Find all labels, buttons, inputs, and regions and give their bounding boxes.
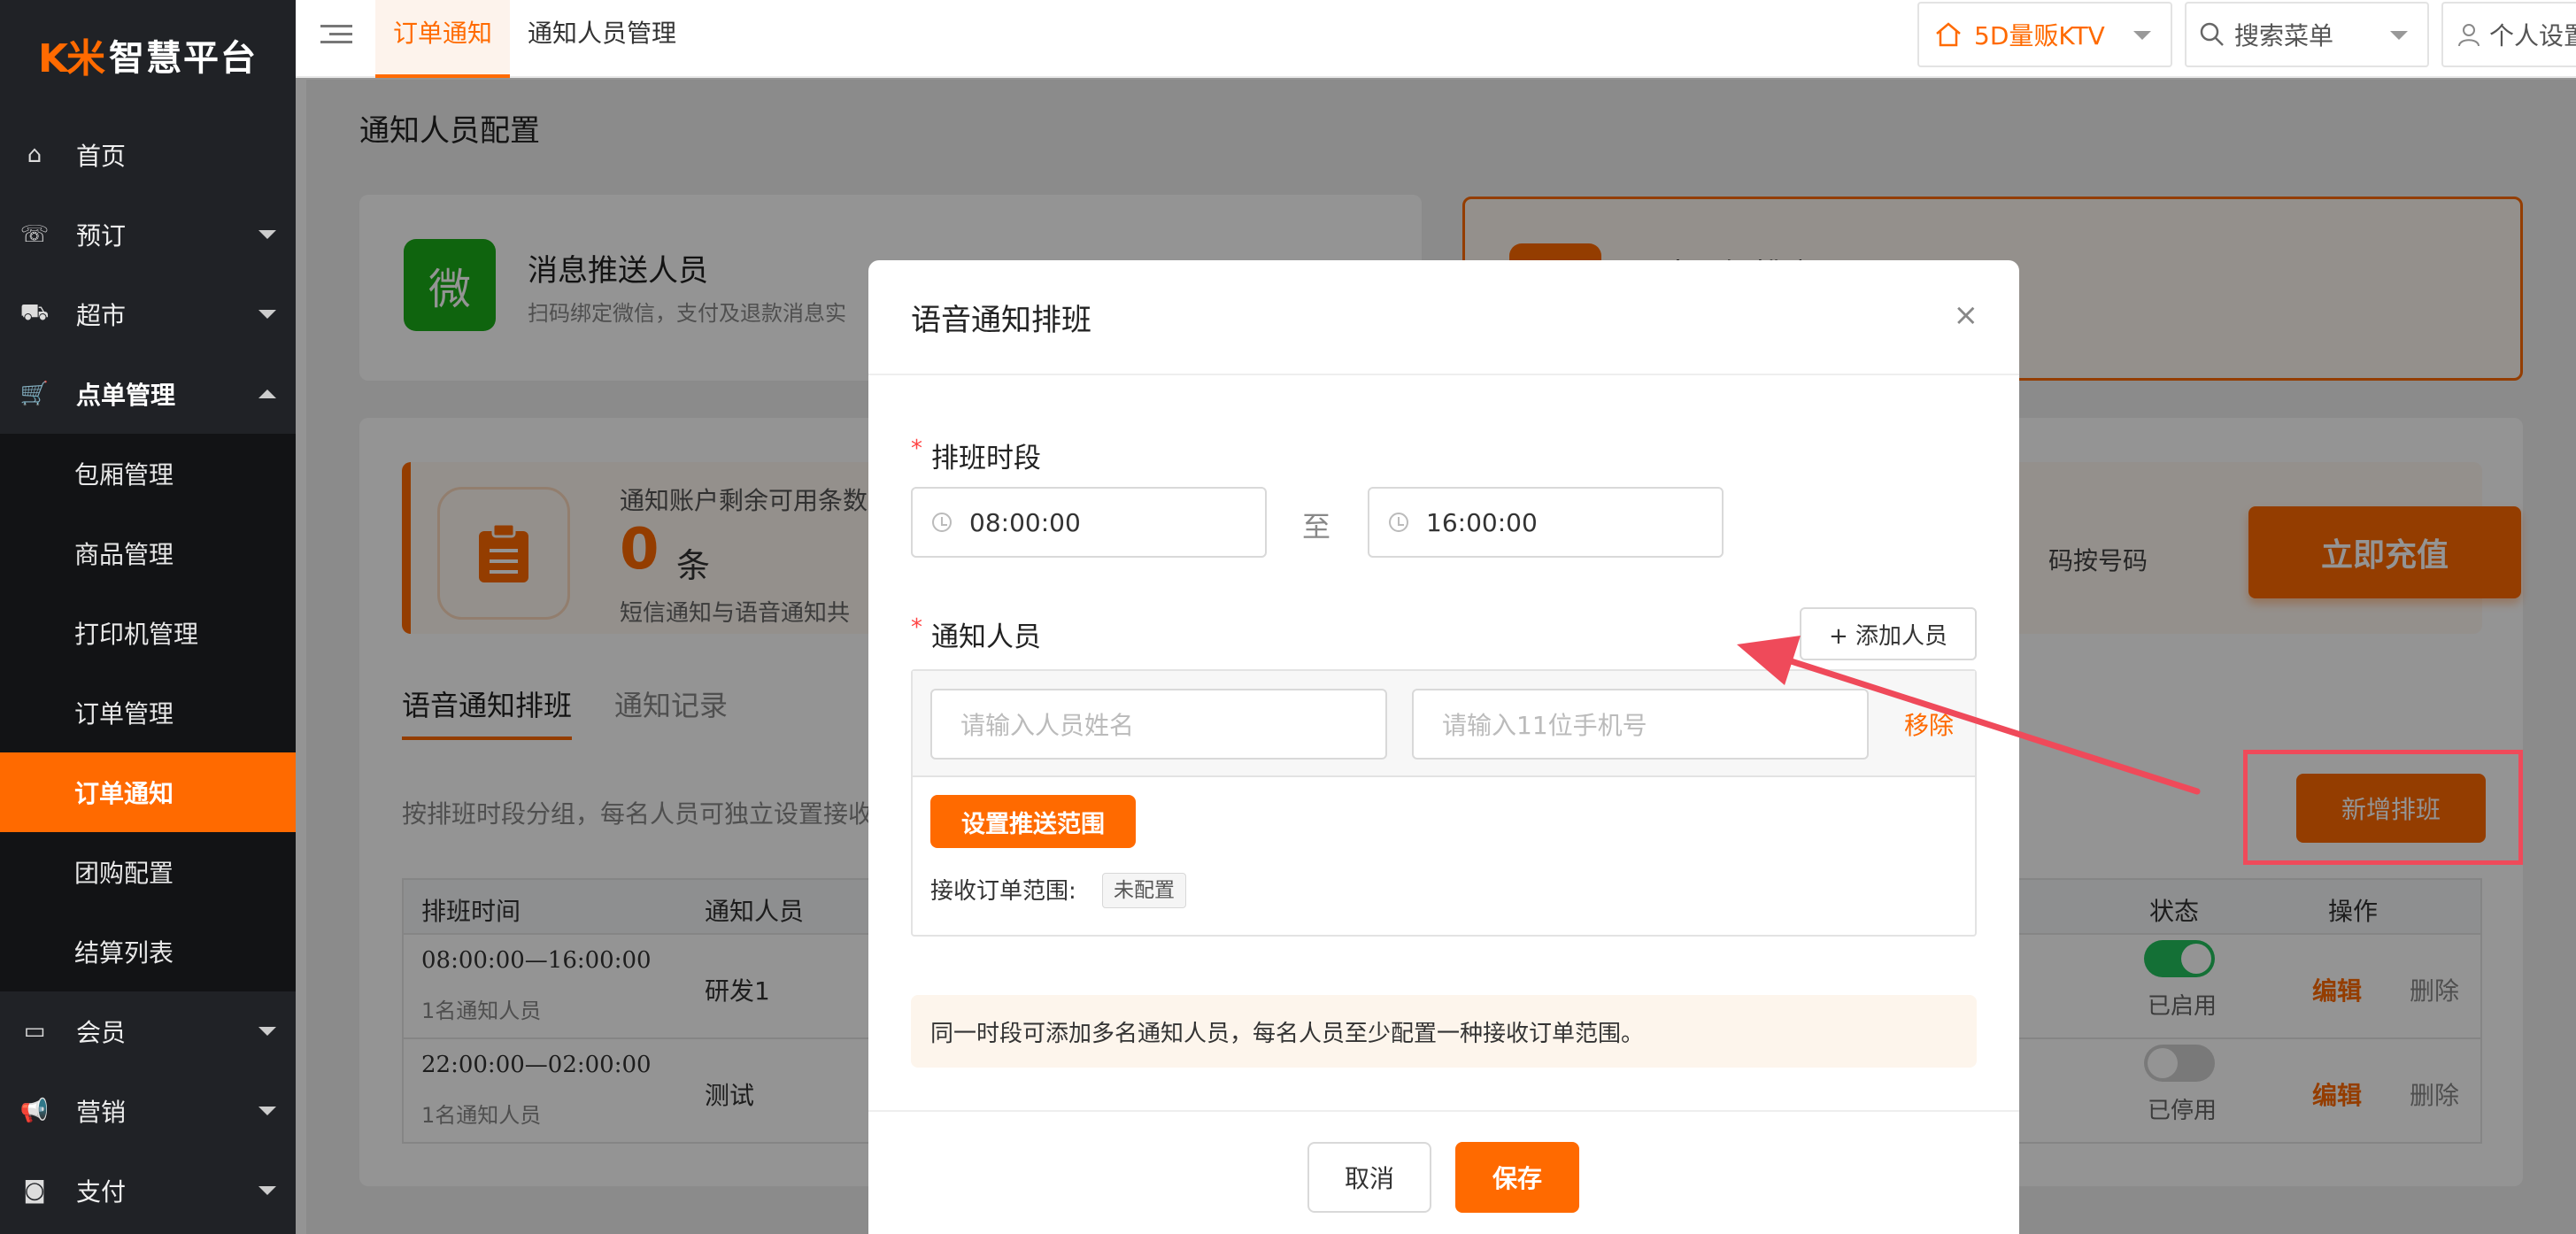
annotation-arrow [1737,636,2201,795]
